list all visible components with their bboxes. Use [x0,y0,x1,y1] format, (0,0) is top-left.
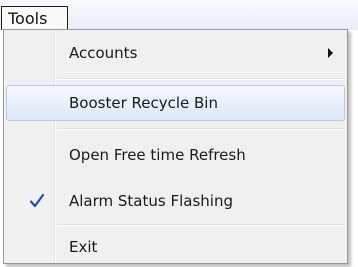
chevron-right-icon [328,48,333,58]
menu-item-label: Accounts [69,44,138,62]
menu-separator [58,224,344,226]
menu-item-label: Open Free time Refresh [69,146,246,164]
tools-menu-button[interactable]: Tools [1,6,68,30]
menu-item-accounts[interactable]: Accounts [6,35,345,71]
menu-bar: Tools [0,0,358,30]
menu-separator [58,128,344,130]
menu-item-open-free-time-refresh[interactable]: Open Free time Refresh [6,137,345,173]
menu-item-label: Booster Recycle Bin [69,94,218,112]
menu-item-exit[interactable]: Exit [6,229,345,265]
tools-dropdown-menu: Accounts Booster Recycle Bin Open Free t… [3,29,348,264]
menu-item-alarm-status-flashing[interactable]: Alarm Status Flashing [6,183,345,219]
menu-item-label: Exit [69,238,98,256]
menu-item-booster-recycle-bin[interactable]: Booster Recycle Bin [6,85,345,121]
menu-separator [58,78,344,80]
checkmark-icon [29,193,45,208]
menu-item-label: Alarm Status Flashing [69,192,233,210]
tools-menu-label: Tools [8,9,48,28]
